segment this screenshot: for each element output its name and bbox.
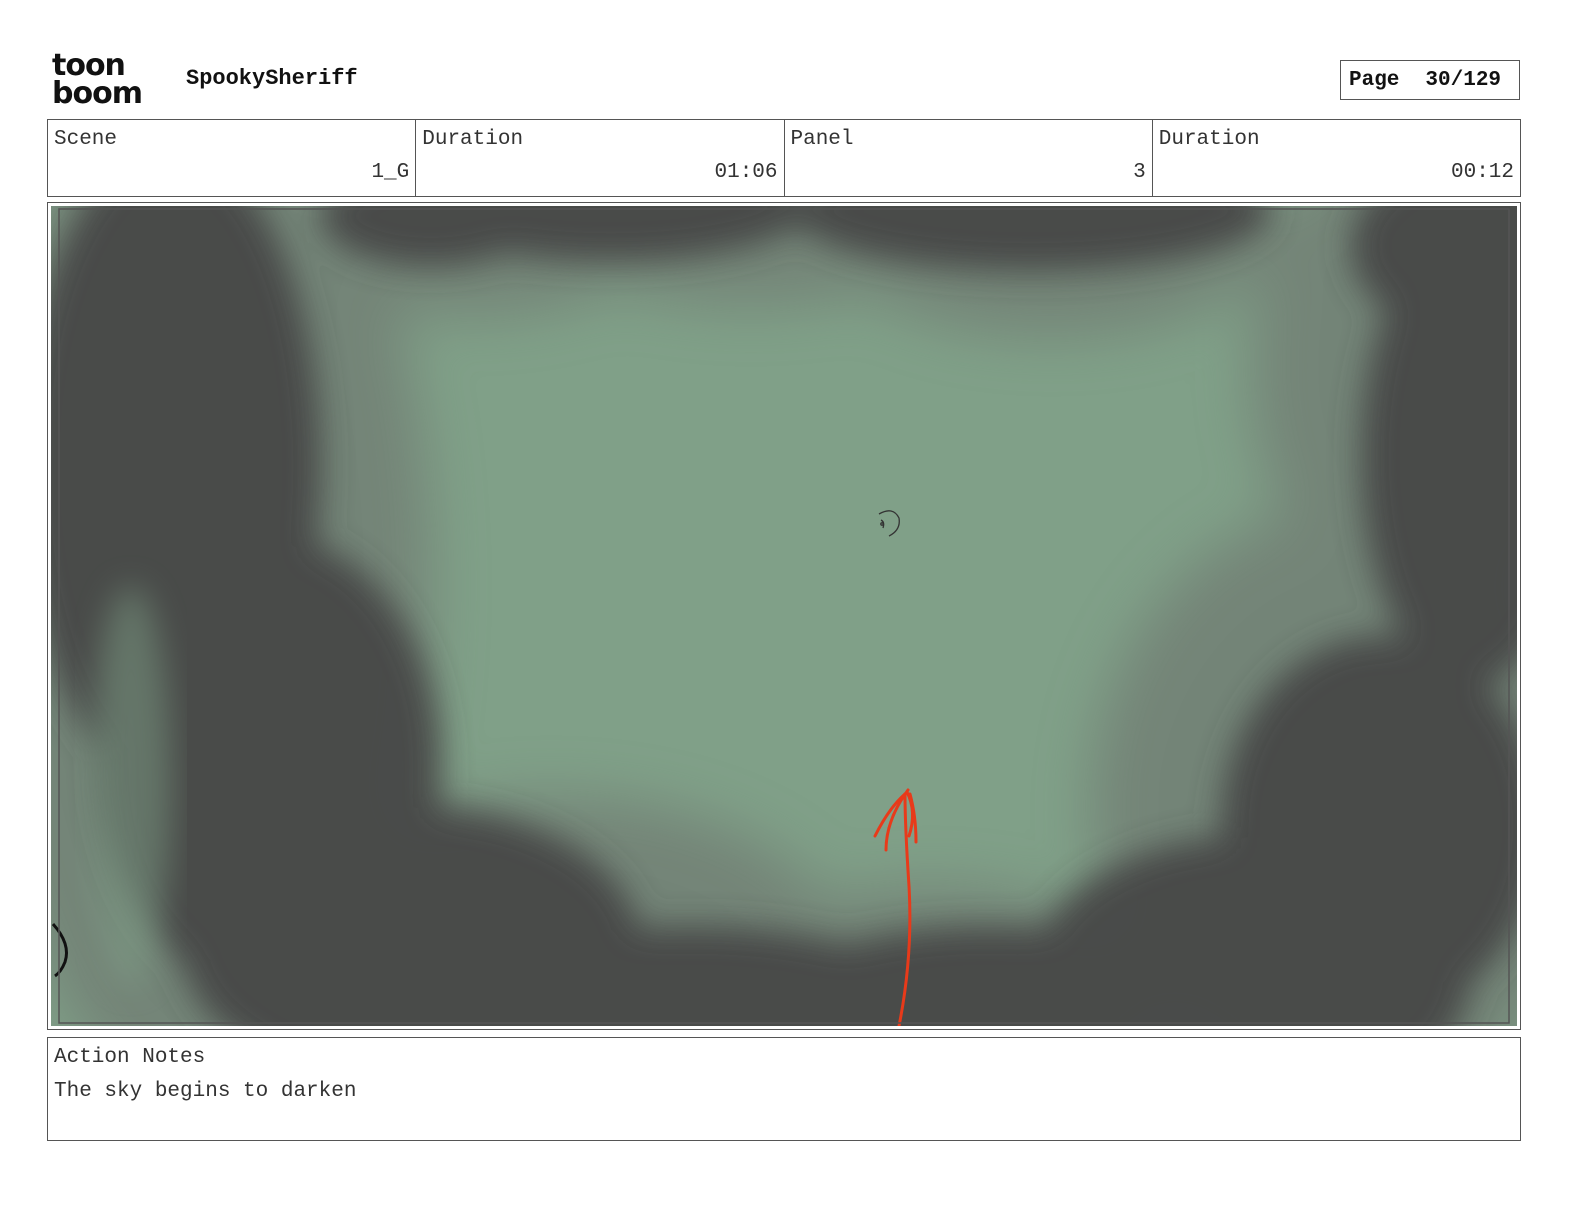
scene-duration-cell: Duration 01:06 [416,120,785,196]
storyboard-drawing [51,206,1517,1026]
page-indicator: Page 30/129 [1340,60,1520,100]
panel-label: Panel [790,128,854,151]
scene-duration-label: Duration [422,128,524,151]
cloud-gap [91,586,171,986]
panel-duration-value: 00:12 [1450,161,1514,184]
panel-duration-cell: Duration 00:12 [1153,120,1520,196]
page-number: 30/129 [1425,68,1502,92]
action-notes-text: The sky begins to darken [54,1080,357,1103]
scene-value: 1_G [371,161,410,184]
action-notes-label: Action Notes [54,1046,206,1069]
toonboom-logo: toon boom [52,51,164,112]
project-title: SpookySheriff [186,66,358,91]
scene-duration-value: 01:06 [714,161,778,184]
panel-cell: Panel 3 [785,120,1153,196]
action-notes-box: Action Notes The sky begins to darken [47,1037,1521,1141]
logo-line-2: boom [52,76,143,111]
scene-cell: Scene 1_G [48,120,417,196]
scene-label: Scene [54,128,118,151]
panel-value: 3 [1133,161,1146,184]
panel-duration-label: Duration [1158,128,1260,151]
scene-info-table: Scene 1_G Duration 01:06 Panel 3 Duratio… [47,119,1521,197]
page-label: Page [1349,68,1400,92]
